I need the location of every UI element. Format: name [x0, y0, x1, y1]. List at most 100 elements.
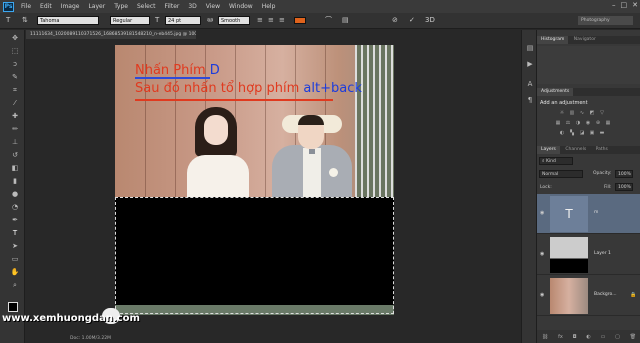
document-tab[interactable]: 11111634_1020089110371526_16868539181548…: [26, 30, 196, 39]
brightness-icon[interactable]: ☼: [559, 110, 565, 116]
path-select-tool-icon[interactable]: ➤: [10, 242, 20, 251]
clone-stamp-tool-icon[interactable]: ⊥: [10, 138, 20, 147]
paragraph-panel-icon[interactable]: ¶: [525, 96, 535, 105]
layer-name[interactable]: m: [594, 210, 598, 215]
type-tool-preset-icon[interactable]: T: [6, 16, 10, 25]
tab-paths[interactable]: Paths: [592, 146, 612, 154]
menu-type[interactable]: Type: [114, 3, 128, 10]
blend-mode-select[interactable]: Normal: [539, 170, 583, 178]
shape-tool-icon[interactable]: ▭: [10, 255, 20, 264]
menu-window[interactable]: Window: [229, 3, 253, 10]
eye-icon[interactable]: ◉: [540, 292, 544, 298]
vibrance-icon[interactable]: ▽: [599, 110, 605, 116]
eraser-tool-icon[interactable]: ◧: [10, 164, 20, 173]
menu-image[interactable]: Image: [61, 3, 80, 10]
character-panel-icon[interactable]: ▤: [342, 16, 349, 25]
warp-text-icon[interactable]: ⌒: [325, 16, 332, 25]
tab-adjustments[interactable]: Adjustments: [537, 88, 574, 96]
cancel-icon[interactable]: ⊘: [392, 16, 398, 25]
lasso-tool-icon[interactable]: ↄ: [10, 60, 20, 69]
invert-icon[interactable]: ◐: [559, 130, 565, 136]
brush-tool-icon[interactable]: ✏: [10, 125, 20, 134]
tab-histogram[interactable]: Histogram: [537, 36, 569, 44]
toggle-orientation-icon[interactable]: ⇅: [22, 16, 28, 25]
healing-tool-icon[interactable]: ✚: [10, 112, 20, 121]
quick-select-tool-icon[interactable]: ✎: [10, 73, 20, 82]
actions-panel-icon[interactable]: ▶: [525, 60, 535, 69]
font-family-select[interactable]: Tahoma: [37, 16, 99, 25]
fx-icon[interactable]: fx: [558, 334, 563, 340]
history-brush-tool-icon[interactable]: ↺: [10, 151, 20, 160]
document-canvas[interactable]: Nhấn Phím D Sau đó nhấn tổ hợp phím alt+…: [115, 45, 394, 315]
layer-name[interactable]: Backgro...: [594, 292, 617, 297]
threshold-icon[interactable]: ◪: [579, 130, 585, 136]
maximize-icon[interactable]: □: [621, 1, 628, 9]
layer-row[interactable]: ◉ Layer 1: [537, 235, 640, 275]
minimize-icon[interactable]: –: [612, 1, 616, 9]
link-icon[interactable]: ⛓: [542, 334, 548, 340]
selective-color-icon[interactable]: ▣: [589, 130, 595, 136]
align-left-icon[interactable]: ≡: [257, 16, 263, 25]
black-white-icon[interactable]: ◑: [575, 120, 581, 126]
character-panel-icon[interactable]: A: [525, 80, 535, 89]
crop-tool-icon[interactable]: ⌗: [10, 86, 20, 95]
menu-3d[interactable]: 3D: [188, 3, 196, 10]
layer-row[interactable]: ◉ Backgro... 🔒: [537, 276, 640, 316]
eye-icon[interactable]: ◉: [540, 210, 544, 216]
eyedropper-tool-icon[interactable]: ⁄: [10, 99, 20, 108]
new-layer-icon[interactable]: ▢: [615, 334, 620, 340]
opacity-field[interactable]: 100%: [615, 170, 633, 178]
commit-icon[interactable]: ✓: [409, 16, 415, 25]
fill-field[interactable]: 100%: [615, 183, 633, 191]
menu-view[interactable]: View: [206, 3, 220, 10]
layer-name[interactable]: Layer 1: [594, 251, 611, 256]
marquee-tool-icon[interactable]: ⬚: [10, 47, 20, 56]
history-panel-icon[interactable]: ▤: [525, 44, 535, 53]
pen-tool-icon[interactable]: ✒: [10, 216, 20, 225]
antialias-select[interactable]: Smooth: [218, 16, 250, 25]
workspace-select[interactable]: Photography: [578, 16, 633, 25]
channel-mixer-icon[interactable]: ⊕: [595, 120, 601, 126]
photo-filter-icon[interactable]: ◉: [585, 120, 591, 126]
close-icon[interactable]: ✕: [632, 1, 638, 9]
gradient-tool-icon[interactable]: ▮: [10, 177, 20, 186]
gradient-map-icon[interactable]: ▬: [599, 130, 605, 136]
tab-navigator[interactable]: Navigator: [570, 36, 600, 44]
eye-icon[interactable]: ◉: [540, 251, 544, 257]
layer-row[interactable]: ◉ T m: [537, 194, 640, 234]
menu-select[interactable]: Select: [137, 3, 156, 10]
menu-filter[interactable]: Filter: [165, 3, 180, 10]
color-balance-icon[interactable]: ⚖: [565, 120, 571, 126]
levels-icon[interactable]: ▥: [569, 110, 575, 116]
menu-file[interactable]: File: [21, 3, 31, 10]
trash-icon[interactable]: 🗑: [630, 334, 636, 340]
blur-tool-icon[interactable]: ●: [10, 190, 20, 199]
group-icon[interactable]: ▭: [601, 334, 606, 340]
align-right-icon[interactable]: ≡: [279, 16, 285, 25]
hand-tool-icon[interactable]: ✋: [10, 268, 20, 277]
mask-icon[interactable]: ◘: [573, 334, 577, 340]
font-size-select[interactable]: 24 pt: [165, 16, 201, 25]
tab-channels[interactable]: Channels: [561, 146, 590, 154]
3d-icon[interactable]: 3D: [425, 16, 435, 25]
text-layer[interactable]: Nhấn Phím D Sau đó nhấn tổ hợp phím alt+…: [135, 63, 362, 101]
selection-marquee[interactable]: [115, 197, 394, 314]
align-center-icon[interactable]: ≡: [268, 16, 274, 25]
posterize-icon[interactable]: ▚: [569, 130, 575, 136]
font-style-select[interactable]: Regular: [110, 16, 150, 25]
dodge-tool-icon[interactable]: ◔: [10, 203, 20, 212]
type-tool-icon[interactable]: T: [10, 229, 20, 238]
curves-icon[interactable]: ∿: [579, 110, 585, 116]
menu-layer[interactable]: Layer: [88, 3, 105, 10]
hue-saturation-icon[interactable]: ▦: [555, 120, 561, 126]
layer-kind-filter[interactable]: ⌕ Kind: [539, 157, 573, 165]
exposure-icon[interactable]: ◩: [589, 110, 595, 116]
color-lookup-icon[interactable]: ▦: [605, 120, 611, 126]
text-color-swatch[interactable]: [294, 17, 306, 24]
tab-layers[interactable]: Layers: [537, 146, 560, 154]
zoom-tool-icon[interactable]: ⌕: [10, 281, 20, 290]
menu-edit[interactable]: Edit: [40, 3, 52, 10]
menu-help[interactable]: Help: [262, 3, 276, 10]
adjustment-layer-icon[interactable]: ◐: [586, 334, 590, 340]
move-tool-icon[interactable]: ✥: [10, 34, 20, 43]
